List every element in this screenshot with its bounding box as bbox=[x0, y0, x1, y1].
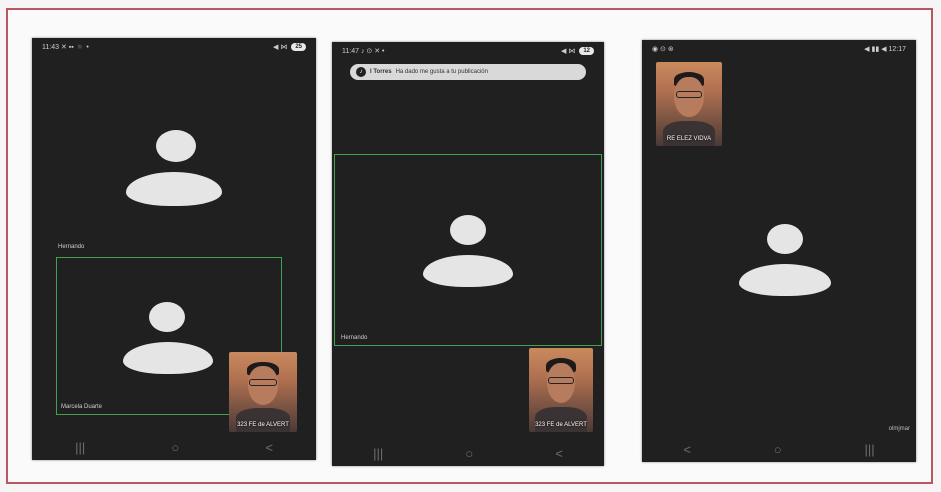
home-button[interactable]: ○ bbox=[465, 446, 473, 461]
battery-badge: 25 bbox=[291, 43, 306, 51]
phone-screen-3: ◉ ⊙ ⊛ ◀ ▮▮ ◀ 12:17 RE ELEZ VIDVA olmjmar… bbox=[642, 40, 916, 462]
participant-name: Marcela Duarte bbox=[61, 404, 103, 410]
android-nav-bar: ||| ○ < bbox=[32, 434, 316, 460]
tiktok-icon: ♪ bbox=[356, 67, 366, 77]
signal-icon: ◀ ⋈ bbox=[272, 44, 288, 51]
self-video-caption: RE ELEZ VIDVA bbox=[666, 136, 712, 142]
recent-apps-button[interactable]: ||| bbox=[373, 446, 383, 461]
participant-avatar-icon bbox=[423, 215, 513, 287]
phone-screen-2: 11:47 ♪ ⊙ ✕ • ◀ ⋈ 12 ♪ I Torres Ha dado … bbox=[332, 42, 604, 466]
status-icons: ◉ ⊙ ⊛ bbox=[652, 46, 674, 53]
status-icons: ✕ ▪▪ ◾ • bbox=[60, 44, 89, 51]
participant-name: olmjmar bbox=[888, 426, 910, 432]
phone-screen-1: 11:43 ✕ ▪▪ ◾ • ◀ ⋈ 25 Hernando Marcela D… bbox=[32, 38, 316, 460]
recent-apps-button[interactable]: ||| bbox=[864, 442, 874, 457]
status-bar: 11:47 ♪ ⊙ ✕ • ◀ ⋈ 12 bbox=[332, 42, 604, 60]
participant-avatar-icon bbox=[123, 302, 213, 374]
signal-icon: ◀ ▮▮ ◀ 12:17 bbox=[864, 46, 906, 53]
home-button[interactable]: ○ bbox=[774, 442, 782, 457]
active-speaker-tile[interactable]: Hernando bbox=[334, 154, 602, 346]
self-video-thumbnail[interactable]: RE ELEZ VIDVA bbox=[656, 62, 722, 146]
status-time: 11:43 bbox=[42, 44, 59, 51]
image-frame: 11:43 ✕ ▪▪ ◾ • ◀ ⋈ 25 Hernando Marcela D… bbox=[6, 8, 933, 484]
battery-badge: 12 bbox=[579, 47, 594, 55]
participant-avatar-icon bbox=[126, 130, 222, 206]
home-button[interactable]: ○ bbox=[171, 440, 179, 455]
android-nav-bar: < ○ ||| bbox=[642, 436, 916, 462]
participant-name: Hernando bbox=[58, 244, 85, 250]
notification-toast[interactable]: ♪ I Torres Ha dado me gusta a tu publica… bbox=[350, 64, 586, 80]
self-video-caption: 323 FE de ALVERT bbox=[237, 422, 289, 428]
back-button[interactable]: < bbox=[265, 440, 273, 455]
notification-text: Ha dado me gusta a tu publicación bbox=[395, 69, 488, 75]
participant-avatar-icon bbox=[739, 224, 831, 296]
status-time: 11:47 bbox=[342, 48, 359, 55]
self-video-caption: 323 FE de ALVERT bbox=[535, 422, 587, 428]
back-button[interactable]: < bbox=[555, 446, 563, 461]
status-bar: ◉ ⊙ ⊛ ◀ ▮▮ ◀ 12:17 bbox=[642, 40, 916, 58]
android-nav-bar: ||| ○ < bbox=[332, 440, 604, 466]
back-button[interactable]: < bbox=[683, 442, 691, 457]
participant-name: Hernando bbox=[341, 335, 368, 341]
recent-apps-button[interactable]: ||| bbox=[75, 440, 85, 455]
status-icons: ♪ ⊙ ✕ • bbox=[360, 48, 385, 55]
status-bar: 11:43 ✕ ▪▪ ◾ • ◀ ⋈ 25 bbox=[32, 38, 316, 56]
notification-sender: I Torres bbox=[370, 69, 392, 75]
self-video-thumbnail[interactable]: 323 FE de ALVERT bbox=[529, 348, 593, 432]
signal-icon: ◀ ⋈ bbox=[560, 48, 576, 55]
self-video-thumbnail[interactable]: 323 FE de ALVERT bbox=[229, 352, 297, 432]
